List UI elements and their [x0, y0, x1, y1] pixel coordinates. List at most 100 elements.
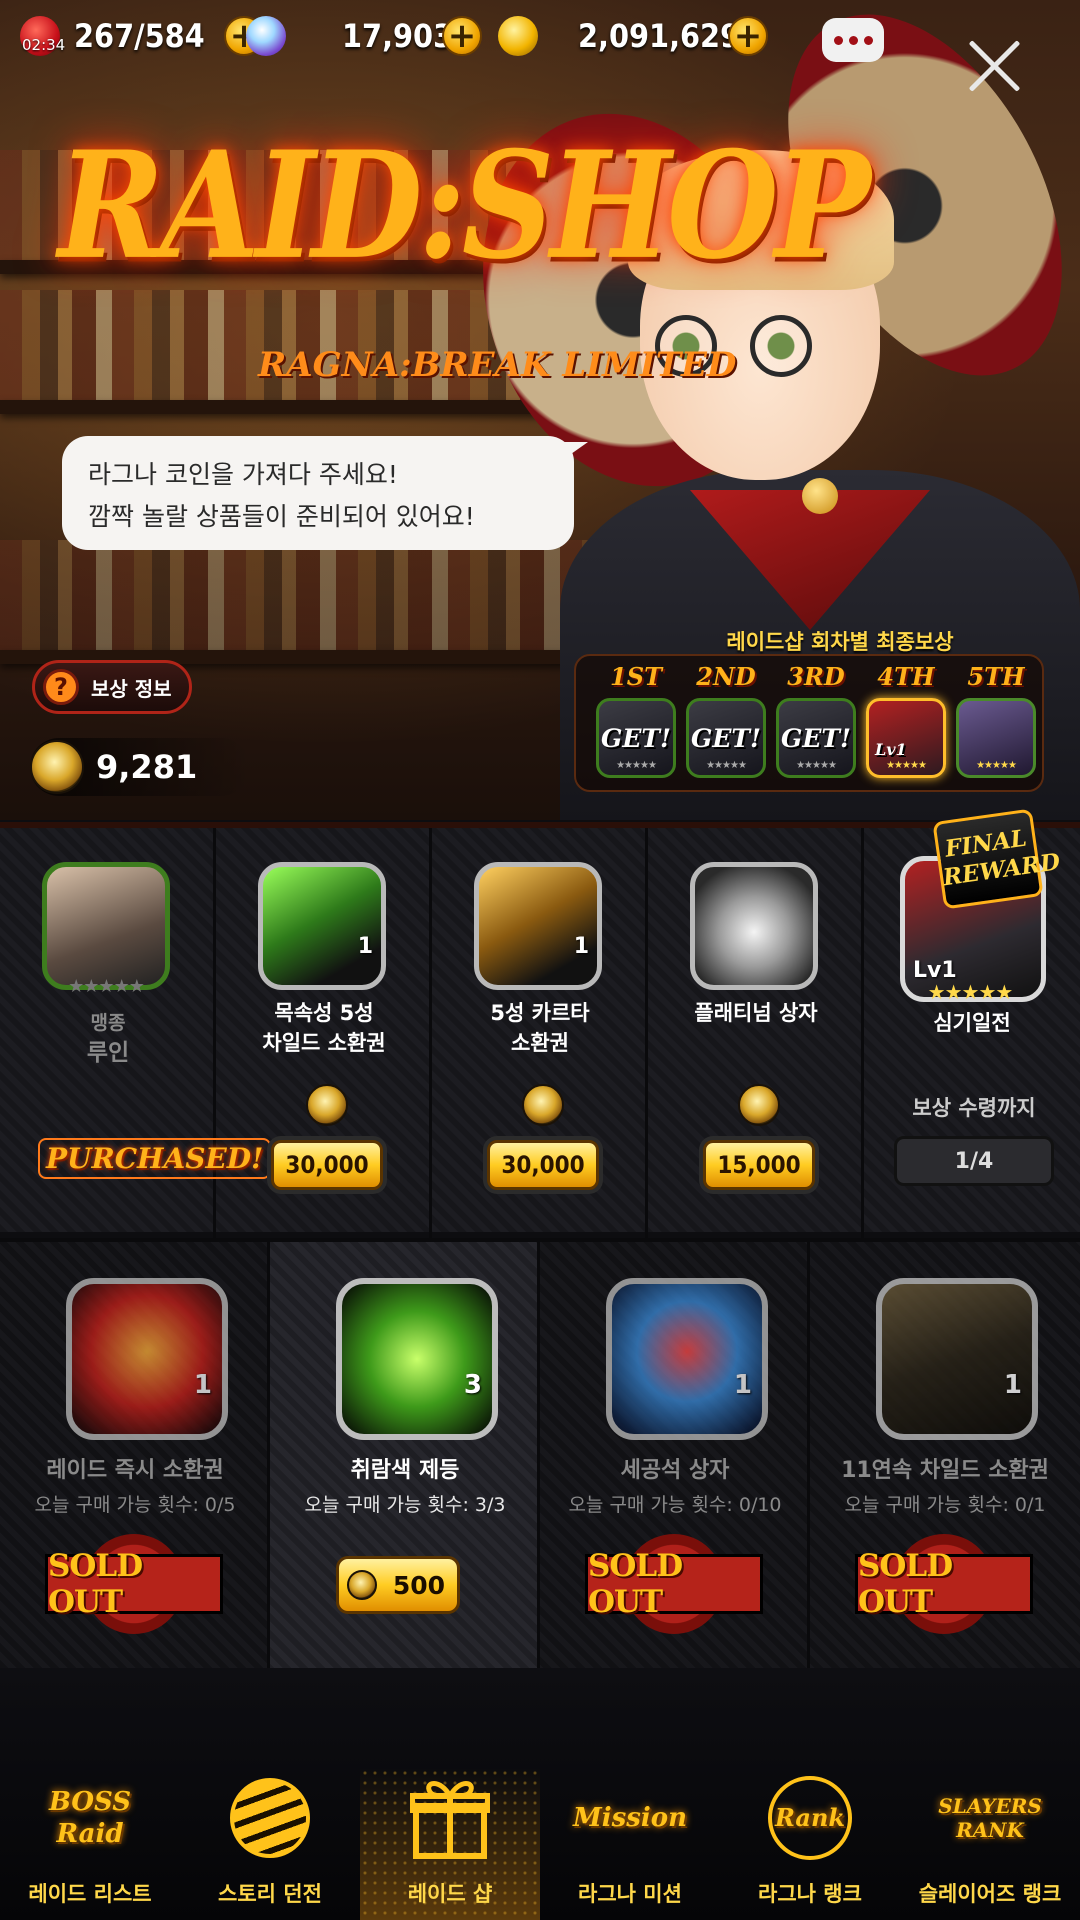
rarity-stars: ★★★★★: [616, 760, 657, 771]
chat-dot-icon: [863, 35, 873, 45]
nav-label: 라그나 랭크: [758, 1882, 862, 1906]
chat-button[interactable]: [822, 18, 884, 62]
nav-label: 슬레이어즈 랭크: [918, 1882, 1062, 1906]
rarity-stars: ★★★★★: [706, 760, 747, 771]
round-reward-3[interactable]: 3RD GET! ★★★★★: [776, 662, 856, 778]
nav-story-dungeon[interactable]: 스토리 던전: [180, 1768, 360, 1920]
nav-ragna-rank[interactable]: Rank 라그나 랭크: [720, 1768, 900, 1920]
item-name-line2: 차일드 소환권: [262, 1031, 386, 1055]
character-bell: [802, 478, 838, 514]
rank-globe-icon: Rank: [760, 1768, 860, 1868]
round-ordinal: 3RD: [787, 662, 845, 691]
treasure-chest-icon: [690, 862, 818, 990]
gem-value: 17,903: [342, 17, 454, 55]
sold-out-badge: SOLD OUT: [44, 1534, 224, 1634]
shop-item-ruin[interactable]: ★★★★★ 맹종 루인 PURCHASED!: [0, 828, 272, 1238]
reward-info-label: 보상 정보: [91, 676, 172, 701]
mission-star-icon: Mission: [572, 1803, 688, 1833]
shop-item-platinum-box[interactable]: 플래티넘 상자 15,000: [648, 828, 864, 1238]
gold-coin-icon: [498, 16, 538, 56]
daily-items-row: 1 레이드 즉시 소환권 오늘 구매 가능 횟수: 0/5 SOLD OUT 3…: [0, 1238, 1080, 1672]
reward-progress: 1/4: [894, 1136, 1054, 1186]
item-name-line1: 목속성 5성: [274, 1001, 374, 1025]
gem-box-icon: 1: [606, 1278, 768, 1440]
speech-bubble: 라그나 코인을 가져다 주세요! 깜짝 놀랄 상품들이 준비되어 있어요!: [62, 436, 588, 550]
shop-item-gem-box[interactable]: 1 세공석 상자 오늘 구매 가능 횟수: 0/10 SOLD OUT: [540, 1242, 810, 1672]
purchase-limit: 오늘 구매 가능 횟수: 0/1: [844, 1494, 1046, 1516]
nav-label: 라그나 미션: [578, 1882, 682, 1906]
reward-info-button[interactable]: ? 보상 정보: [32, 660, 192, 714]
shop-item-lantern[interactable]: 3 취람색 제등 오늘 구매 가능 횟수: 3/3 500: [270, 1242, 540, 1672]
item-name: 레이드 즉시 소환권: [46, 1458, 224, 1483]
item-name-line2: 소환권: [511, 1031, 569, 1055]
round-ordinal: 5TH: [967, 662, 1025, 691]
summon-ticket-icon: 1: [258, 862, 386, 990]
ragna-coin-value: 9,281: [96, 748, 198, 786]
summon-ticket-icon: 1: [66, 1278, 228, 1440]
clock-time: 02:34: [22, 36, 66, 54]
buy-button[interactable]: 30,000: [487, 1140, 599, 1190]
shop-item-wood-child-ticket[interactable]: 1 목속성 5성 차일드 소환권 30,000: [216, 828, 432, 1238]
slayers-rank-icon: SLAYERS RANK: [938, 1794, 1042, 1842]
bookshelf-decoration: [0, 540, 640, 650]
buy-button[interactable]: 30,000: [271, 1140, 383, 1190]
gold-resource: 2,091,629 +: [498, 10, 768, 62]
speech-line-1: 라그나 코인을 가져다 주세요!: [88, 460, 398, 489]
round-rewards-title: 레이드샵 회차별 최종보상: [726, 630, 954, 654]
chat-dot-icon: [833, 35, 843, 45]
item-name: 세공석 상자: [620, 1458, 730, 1483]
item-name: 취람색 제등: [350, 1458, 460, 1483]
rarity-stars: ★★★★★: [68, 976, 145, 997]
purchase-limit: 오늘 구매 가능 횟수: 0/10: [568, 1494, 782, 1516]
ragna-coin-icon: [30, 740, 84, 794]
round-reward-4[interactable]: 4TH Lv1 ★★★★★: [866, 662, 946, 778]
close-button[interactable]: [965, 36, 1025, 96]
nav-label: 레이드 리스트: [28, 1882, 152, 1906]
raid-shop-hero: 267/584 + 02:34 17,903 + 2,091,629 + RAI…: [0, 0, 1080, 820]
gem-resource: 17,903 +: [246, 10, 482, 62]
buy-button[interactable]: 500: [336, 1556, 460, 1614]
nav-raid-list[interactable]: BOSS Raid 레이드 리스트: [0, 1768, 180, 1920]
chat-dot-icon: [848, 35, 858, 45]
ragna-coin-icon: [347, 1570, 377, 1600]
nav-raid-shop[interactable]: 레이드 샵: [360, 1768, 540, 1920]
help-icon: ?: [43, 669, 79, 705]
rarity-stars: ★★★★★: [886, 760, 927, 771]
item-name: 심기일전: [933, 1011, 1011, 1035]
item-name-line1: 5성 카르타: [490, 1001, 590, 1025]
boss-raid-icon: BOSS Raid: [48, 1787, 132, 1849]
shop-item-11x-child-ticket[interactable]: 1 11연속 차일드 소환권 오늘 구매 가능 횟수: 0/1 SOLD OUT: [810, 1242, 1080, 1672]
gem-icon: [246, 16, 286, 56]
gold-value: 2,091,629: [578, 17, 741, 55]
add-gems-button[interactable]: +: [442, 16, 482, 56]
round-reward-2[interactable]: 2ND GET! ★★★★★: [686, 662, 766, 778]
summon-ticket-icon: 1: [474, 862, 602, 990]
stamina-value: 267/584: [74, 17, 205, 55]
nav-slayers-rank[interactable]: SLAYERS RANK 슬레이어즈 랭크: [900, 1768, 1080, 1920]
shop-title: RAID:SHOP: [58, 120, 871, 293]
gift-box-icon: [400, 1768, 500, 1868]
purchase-limit: 오늘 구매 가능 횟수: 3/3: [304, 1494, 506, 1516]
add-gold-button[interactable]: +: [728, 16, 768, 56]
round-ordinal: 1ST: [610, 662, 662, 691]
rarity-stars: ★★★★★: [927, 980, 1014, 1004]
character-portrait-icon: [42, 862, 170, 990]
rarity-stars: ★★★★★: [796, 760, 837, 771]
story-orb-icon: [220, 1768, 320, 1868]
round-reward-1[interactable]: 1ST GET! ★★★★★: [596, 662, 676, 778]
ragna-coin-balance: 9,281: [30, 738, 250, 796]
buy-button[interactable]: 15,000: [703, 1140, 815, 1190]
item-name: 플래티넘 상자: [694, 1001, 818, 1025]
shop-subtitle: RAGNA:BREAK LIMITED: [258, 345, 737, 385]
ragna-coin-icon: [738, 1084, 780, 1126]
round-ordinal: 2ND: [696, 662, 756, 691]
round-ordinal: 4TH: [877, 662, 935, 691]
shop-item-carta-ticket[interactable]: 1 5성 카르타 소환권 30,000: [432, 828, 648, 1238]
sold-out-badge: SOLD OUT: [854, 1534, 1034, 1634]
shop-item-raid-summon-ticket[interactable]: 1 레이드 즉시 소환권 오늘 구매 가능 횟수: 0/5 SOLD OUT: [0, 1242, 270, 1672]
final-reward-badge: FINAL REWARD: [932, 808, 1062, 910]
round-reward-5[interactable]: 5TH ★★★★★: [956, 662, 1036, 778]
item-grade: 맹종: [90, 1012, 126, 1034]
speech-line-2: 깜짝 놀랄 상품들이 준비되어 있어요!: [88, 502, 475, 531]
nav-ragna-mission[interactable]: Mission 라그나 미션: [540, 1768, 720, 1920]
